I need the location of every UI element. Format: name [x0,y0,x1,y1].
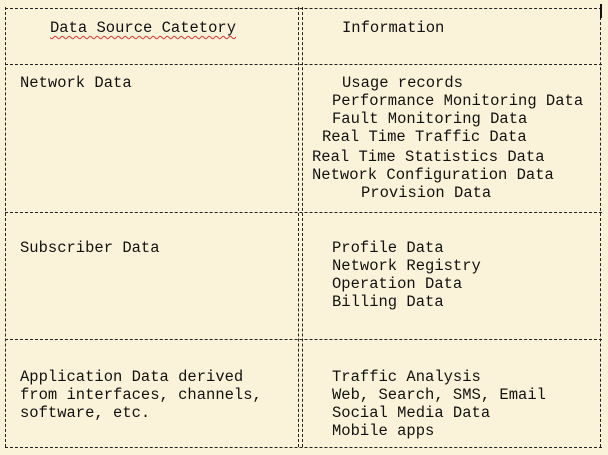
row-network-info-7: Provision Data [361,184,491,202]
table-top-border [5,8,602,9]
info-line: Traffic Analysis [332,368,481,386]
text-cursor [600,4,602,18]
info-line: Performance Monitoring Data [332,92,584,110]
row-application-category-3: software, etc. [20,404,150,422]
row-application-info-1: Traffic Analysis [332,368,481,386]
row-subscriber-category: Subscriber Data [20,239,160,257]
info-line: Network Registry [332,257,481,275]
header-information-label: Information [342,19,445,37]
category-line: from interfaces, channels, [20,386,262,404]
info-line: Fault Monitoring Data [332,110,528,128]
info-line: Profile Data [332,239,444,257]
info-line: Operation Data [332,275,463,293]
row-application-info-4: Mobile apps [332,422,434,440]
table-header-divider [5,64,602,65]
info-line: Real Time Statistics Data [312,148,545,166]
info-line: Mobile apps [332,422,435,440]
table-right-border [600,7,601,447]
row-application-category-2: from interfaces, channels, [20,386,262,404]
header-category-cell: Data Source Catetory [50,19,236,37]
table-left-border [5,7,6,447]
info-line: Usage records [342,74,463,92]
table-bottom-border [5,447,602,448]
row-network-info-1: Usage records [342,74,463,92]
info-line: Network Configuration Data [312,166,554,184]
row-network-info-4: Real Time Traffic Data [322,128,527,146]
header-information-cell: Information [342,19,444,37]
category-line: software, etc. [20,404,151,422]
table-column-divider [298,7,299,447]
row-subscriber-info-1: Profile Data [332,239,444,257]
row-network-info-6: Network Configuration Data [312,166,554,184]
row-network-category: Network Data [20,74,132,92]
info-line: Web, Search, SMS, Email [332,386,546,404]
info-line: Real Time Traffic Data [322,128,527,146]
row-network-info-2: Performance Monitoring Data [332,92,583,110]
table-row-divider [5,339,602,340]
info-line: Social Media Data [332,404,491,422]
row-subscriber-info-3: Operation Data [332,275,462,293]
row-subscriber-info-2: Network Registry [332,257,481,275]
row-application-info-3: Social Media Data [332,404,490,422]
row-network-info-3: Fault Monitoring Data [332,110,527,128]
info-line: Billing Data [332,293,444,311]
category-line: Subscriber Data [20,239,160,257]
row-network-info-5: Real Time Statistics Data [312,148,545,166]
document-page: Data Source Catetory Information Network… [0,0,608,455]
category-line: Network Data [20,74,132,92]
header-category-label: Data Source Catetory [50,19,237,37]
table-row-divider [5,212,602,213]
category-line: Application Data derived [20,368,244,386]
row-subscriber-info-4: Billing Data [332,293,444,311]
info-line: Provision Data [361,184,492,202]
row-application-info-2: Web, Search, SMS, Email [332,386,546,404]
table-column-divider [302,7,303,447]
row-application-category-1: Application Data derived [20,368,243,386]
